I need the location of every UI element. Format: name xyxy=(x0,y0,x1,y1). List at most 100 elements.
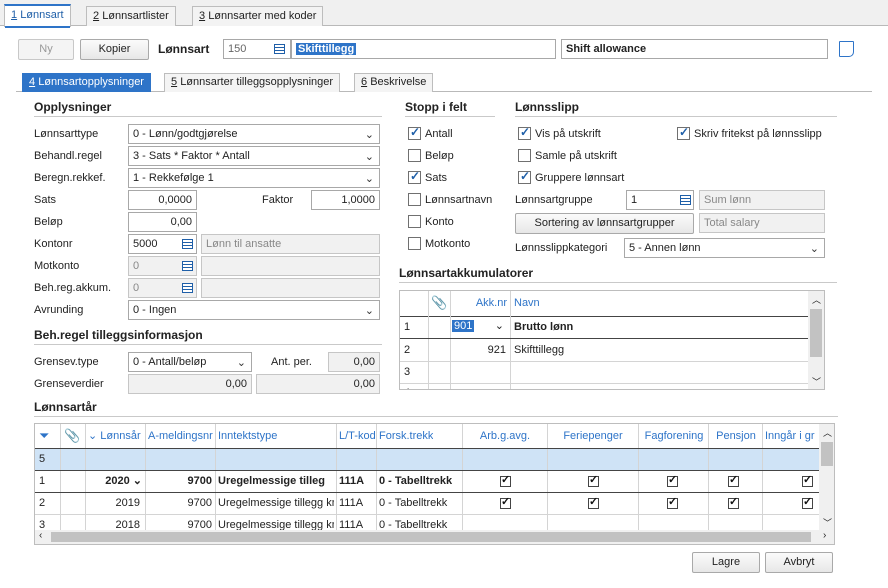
paperclip-icon: 📎 xyxy=(64,428,81,443)
forsktrekk-cell[interactable]: 0 - Tabelltrekk xyxy=(379,471,461,491)
save-button[interactable]: Lagre xyxy=(692,552,760,573)
col-akknr[interactable]: Akk.nr xyxy=(455,293,507,313)
lookup-icon[interactable] xyxy=(677,191,693,209)
inngar-checkbox[interactable] xyxy=(802,495,813,509)
akkum-title: Lønnsartakkumulatorer xyxy=(399,266,534,280)
filter-icon[interactable]: ⏷ xyxy=(39,426,49,446)
divider xyxy=(399,282,837,283)
ltkod-cell[interactable]: 111A xyxy=(339,471,364,491)
lookup-icon[interactable] xyxy=(179,257,195,275)
lookup-icon[interactable] xyxy=(179,235,195,253)
note-icon[interactable] xyxy=(839,41,854,57)
stopp-antall-label: Antall xyxy=(425,128,453,140)
forsktrekk-cell[interactable]: 0 - Tabelltrekk xyxy=(379,493,461,513)
belop-field[interactable]: 0,00 xyxy=(128,212,197,232)
belop-label: Beløp xyxy=(34,216,63,228)
col-navn[interactable]: Navn xyxy=(514,293,540,313)
akknr-cell[interactable]: 921 xyxy=(452,340,506,360)
feriepenger-checkbox[interactable] xyxy=(588,473,599,487)
chevron-left-icon[interactable]: ‹ xyxy=(39,530,42,541)
stopp-konto-checkbox[interactable] xyxy=(408,215,421,228)
fagforening-checkbox[interactable] xyxy=(667,473,678,487)
tab-tilleggsopplysninger[interactable]: 5 Lønnsarter tilleggsopplysninger xyxy=(164,73,341,92)
chevron-down-icon[interactable]: ﹀ xyxy=(823,516,832,529)
grensev-select[interactable]: 0 - Antall/beløp ⌄ xyxy=(128,352,252,372)
kategori-select[interactable]: 5 - Annen lønn ⌄ xyxy=(624,238,825,258)
beregn-select[interactable]: 1 - Rekkefølge 1 ⌄ xyxy=(128,168,380,188)
lonnsar-select[interactable]: 2020 ⌄ xyxy=(88,471,142,491)
sortering-button[interactable]: Sortering av lønnsartgrupper xyxy=(515,213,694,234)
akknr-select[interactable]: 901 ⌄ xyxy=(452,318,508,337)
lonnsartar-hscrollbar[interactable]: ‹ › xyxy=(35,530,834,544)
stopp-motkonto-label: Motkonto xyxy=(425,238,471,250)
avrunding-select[interactable]: 0 - Ingen ⌄ xyxy=(128,300,380,320)
tab-lonnsart[interactable]: 1 Lønnsart xyxy=(4,4,71,28)
lookup-icon[interactable] xyxy=(179,279,195,297)
copy-button[interactable]: Kopier xyxy=(80,39,149,60)
skriv-label: Skriv fritekst på lønnsslipp xyxy=(694,128,822,140)
pensjon-checkbox[interactable] xyxy=(728,495,739,509)
arbgavg-checkbox[interactable] xyxy=(500,495,511,509)
pensjon-checkbox[interactable] xyxy=(728,473,739,487)
inntektstype-cell[interactable]: Uregelmessige tillegg kn xyxy=(218,493,334,513)
tab-beskrivelse[interactable]: 6 Beskrivelse xyxy=(354,73,434,92)
cancel-button[interactable]: Avbryt xyxy=(765,552,833,573)
grenseverdi-2-field[interactable]: 0,00 xyxy=(256,374,380,394)
lonnsart-name-en-field[interactable]: Shift allowance xyxy=(561,39,828,59)
col-arbgavg[interactable]: Arb.g.avg. xyxy=(465,426,545,446)
col-lonnsar[interactable]: ⌄ Lønnsår xyxy=(88,426,141,446)
arbgavg-checkbox[interactable] xyxy=(500,473,511,487)
lonnsartar-title: Lønnsartår xyxy=(34,400,97,414)
chevron-up-icon[interactable]: ︿ xyxy=(812,293,821,306)
motkonto-label: Motkonto xyxy=(34,260,80,272)
new-row[interactable] xyxy=(35,448,819,470)
col-ameldingsnr[interactable]: A-meldingsnr xyxy=(148,426,213,446)
stopp-lonnsartnavn-checkbox[interactable] xyxy=(408,193,421,206)
col-pensjon[interactable]: Pensjon xyxy=(711,426,761,446)
stopp-belop-checkbox[interactable] xyxy=(408,149,421,162)
stopp-antall-checkbox[interactable] xyxy=(408,125,421,140)
chevron-up-icon[interactable]: ︿ xyxy=(823,426,832,439)
ameldingsnr-cell[interactable]: 9700 xyxy=(148,471,212,491)
tab-lonnsartlister[interactable]: 2 Lønnsartlister xyxy=(86,6,176,26)
faktor-field[interactable]: 1,0000 xyxy=(311,190,380,210)
col-inngar[interactable]: Inngår i gr xyxy=(765,426,819,446)
akkum-scrollbar[interactable]: ︿ ﹀ xyxy=(808,291,824,389)
kontonr-label: Kontonr xyxy=(34,238,73,250)
ameldingsnr-cell[interactable]: 9700 xyxy=(148,493,212,513)
ltkod-cell[interactable]: 111A xyxy=(339,493,363,513)
vis-checkbox[interactable] xyxy=(518,125,531,140)
lonnsart-name-field[interactable]: Skifttillegg xyxy=(291,39,556,59)
tab-lonnsartopplysninger[interactable]: 4 Lønnsartopplysninger xyxy=(22,73,151,92)
lonnsar-cell[interactable]: 2019 xyxy=(88,493,140,513)
behandl-select[interactable]: 3 - Sats * Faktor * Antall ⌄ xyxy=(128,146,380,166)
new-button[interactable]: Ny xyxy=(18,39,74,60)
col-inntektstype[interactable]: Inntektstype xyxy=(218,426,277,446)
sats-field[interactable]: 0,0000 xyxy=(128,190,197,210)
chevron-right-icon[interactable]: › xyxy=(823,530,826,541)
inngar-checkbox[interactable] xyxy=(802,473,813,487)
grenseverdier-label: Grenseverdier xyxy=(34,378,104,390)
akkum-navn: Brutto lønn xyxy=(514,321,574,333)
col-fagforening[interactable]: Fagforening xyxy=(641,426,707,446)
samle-label: Samle på utskrift xyxy=(535,150,617,162)
tab-lonnsarter-med-koder[interactable]: 3 Lønnsarter med koder xyxy=(192,6,324,26)
gruppere-checkbox[interactable] xyxy=(518,169,531,184)
antper-field[interactable]: 0,00 xyxy=(328,352,380,372)
chevron-down-icon[interactable]: ﹀ xyxy=(812,375,821,388)
lonnsartar-vscrollbar[interactable]: ︿ ﹀ xyxy=(819,424,834,532)
grenseverdi-1-field[interactable]: 0,00 xyxy=(128,374,252,394)
samle-checkbox[interactable] xyxy=(518,149,531,162)
lookup-icon[interactable] xyxy=(271,40,287,58)
skriv-checkbox[interactable] xyxy=(677,125,690,140)
lonnsarttype-select[interactable]: 0 - Lønn/godtgjørelse ⌄ xyxy=(128,124,380,144)
divider xyxy=(34,344,382,345)
feriepenger-checkbox[interactable] xyxy=(588,495,599,509)
col-forsktrekk[interactable]: Forsk.trekk xyxy=(379,426,433,446)
col-feriepenger[interactable]: Feriepenger xyxy=(550,426,636,446)
stopp-motkonto-checkbox[interactable] xyxy=(408,237,421,250)
inntektstype-cell[interactable]: Uregelmessige tilleg xyxy=(218,471,334,491)
col-ltkod[interactable]: L/T-kod xyxy=(339,426,375,446)
stopp-sats-checkbox[interactable] xyxy=(408,169,421,184)
fagforening-checkbox[interactable] xyxy=(667,495,678,509)
